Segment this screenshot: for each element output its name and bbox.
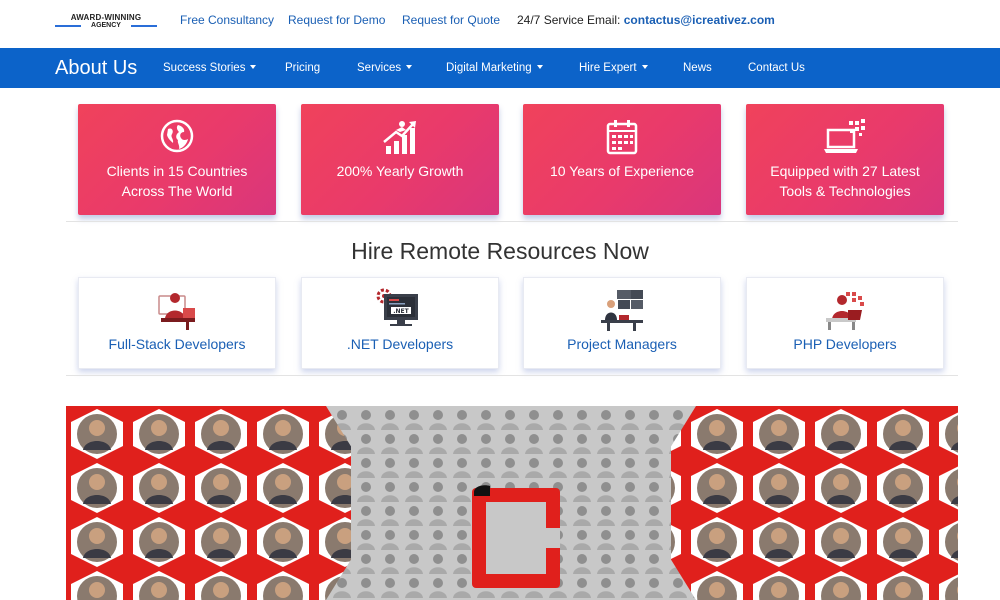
section-divider bbox=[66, 375, 958, 376]
stat-text: Equipped with 27 Latest Tools & Technolo… bbox=[752, 161, 938, 201]
hire-card-full-stack[interactable]: Full-Stack Developers bbox=[78, 277, 276, 369]
stat-card-countries: Clients in 15 Countries Across The World bbox=[78, 104, 276, 215]
left-hex-photo-grid bbox=[66, 406, 351, 600]
nav-item-contact-us[interactable]: Contact Us bbox=[748, 62, 805, 74]
hire-card-label: Full-Stack Developers bbox=[108, 336, 246, 352]
stat-line-1: Equipped with 27 Latest bbox=[770, 163, 920, 179]
hire-card-label: Project Managers bbox=[567, 336, 677, 352]
full-stack-developer-icon bbox=[79, 288, 275, 334]
stat-line-1: 200% Yearly Growth bbox=[336, 163, 464, 179]
chevron-down-icon bbox=[536, 65, 543, 69]
stat-text: Clients in 15 Countries Across The World bbox=[84, 161, 270, 201]
dotnet-developer-icon: .NET bbox=[302, 288, 498, 334]
stat-card-experience: 10 Years of Experience bbox=[523, 104, 721, 215]
globe-icon bbox=[78, 118, 276, 156]
nav-item-pricing[interactable]: Pricing bbox=[285, 62, 320, 74]
service-email-label: 24/7 Service Email: bbox=[517, 13, 621, 27]
service-email-link[interactable]: contactus@icreativez.com bbox=[624, 13, 775, 27]
chevron-down-icon bbox=[250, 65, 257, 69]
right-hex-photo-grid bbox=[671, 406, 958, 600]
stat-line-1: Clients in 15 Countries bbox=[106, 163, 248, 179]
page-title[interactable]: About Us bbox=[55, 57, 137, 80]
stat-line-1: 10 Years of Experience bbox=[550, 163, 694, 179]
request-quote-link[interactable]: Request for Quote bbox=[402, 13, 500, 27]
brand-logo-mark bbox=[472, 485, 560, 588]
chevron-down-icon bbox=[641, 65, 648, 69]
team-collage-banner bbox=[66, 406, 958, 600]
hire-card-dotnet[interactable]: .NET .NET Developers bbox=[301, 277, 499, 369]
growth-chart-icon bbox=[301, 118, 499, 156]
chevron-down-icon bbox=[406, 65, 413, 69]
service-email-info: 24/7 Service Email: contactus@icreativez… bbox=[517, 13, 775, 27]
top-utility-bar: AWARD-WINNING AGENCY Free Consultancy Re… bbox=[0, 0, 1000, 48]
award-winning-agency-logo[interactable]: AWARD-WINNING AGENCY bbox=[55, 13, 157, 33]
request-demo-link[interactable]: Request for Demo bbox=[288, 13, 385, 27]
nav-label: News bbox=[683, 62, 712, 74]
php-developer-icon bbox=[747, 288, 943, 334]
stat-text: 200% Yearly Growth bbox=[307, 161, 493, 181]
section-divider bbox=[66, 221, 958, 222]
stat-line-2: Across The World bbox=[121, 183, 233, 199]
hire-card-php[interactable]: PHP Developers bbox=[746, 277, 944, 369]
nav-item-digital-marketing[interactable]: Digital Marketing bbox=[446, 62, 543, 74]
calendar-icon bbox=[523, 118, 721, 156]
hire-card-label: .NET Developers bbox=[346, 336, 454, 352]
nav-item-success-stories[interactable]: Success Stories bbox=[163, 62, 257, 74]
nav-label: Services bbox=[357, 62, 402, 74]
hire-section-title: Hire Remote Resources Now bbox=[351, 238, 649, 264]
nav-item-services[interactable]: Services bbox=[357, 62, 413, 74]
stat-line-2: Tools & Technologies bbox=[779, 183, 911, 199]
stat-card-tools: Equipped with 27 Latest Tools & Technolo… bbox=[746, 104, 944, 215]
main-navbar: About Us Success Stories Pricing Service… bbox=[0, 48, 1000, 88]
nav-label: Success Stories bbox=[163, 62, 246, 74]
project-manager-icon bbox=[524, 288, 720, 334]
dotnet-badge: .NET bbox=[393, 308, 409, 315]
award-line-2: AGENCY bbox=[91, 22, 121, 29]
nav-item-news[interactable]: News bbox=[683, 62, 712, 74]
nav-label: Contact Us bbox=[748, 62, 805, 74]
hire-card-label: PHP Developers bbox=[793, 336, 897, 352]
team-collage-graphic bbox=[66, 406, 958, 600]
nav-label: Pricing bbox=[285, 62, 321, 74]
stat-card-growth: 200% Yearly Growth bbox=[301, 104, 499, 215]
nav-item-hire-expert[interactable]: Hire Expert bbox=[579, 62, 648, 74]
award-line-1: AWARD-WINNING bbox=[70, 13, 142, 22]
stat-text: 10 Years of Experience bbox=[529, 161, 715, 181]
nav-label: Digital Marketing bbox=[446, 62, 532, 74]
laptop-tech-icon bbox=[746, 118, 944, 156]
hire-card-project-managers[interactable]: Project Managers bbox=[523, 277, 721, 369]
nav-label: Hire Expert bbox=[579, 62, 637, 74]
free-consultancy-link[interactable]: Free Consultancy bbox=[180, 13, 274, 27]
